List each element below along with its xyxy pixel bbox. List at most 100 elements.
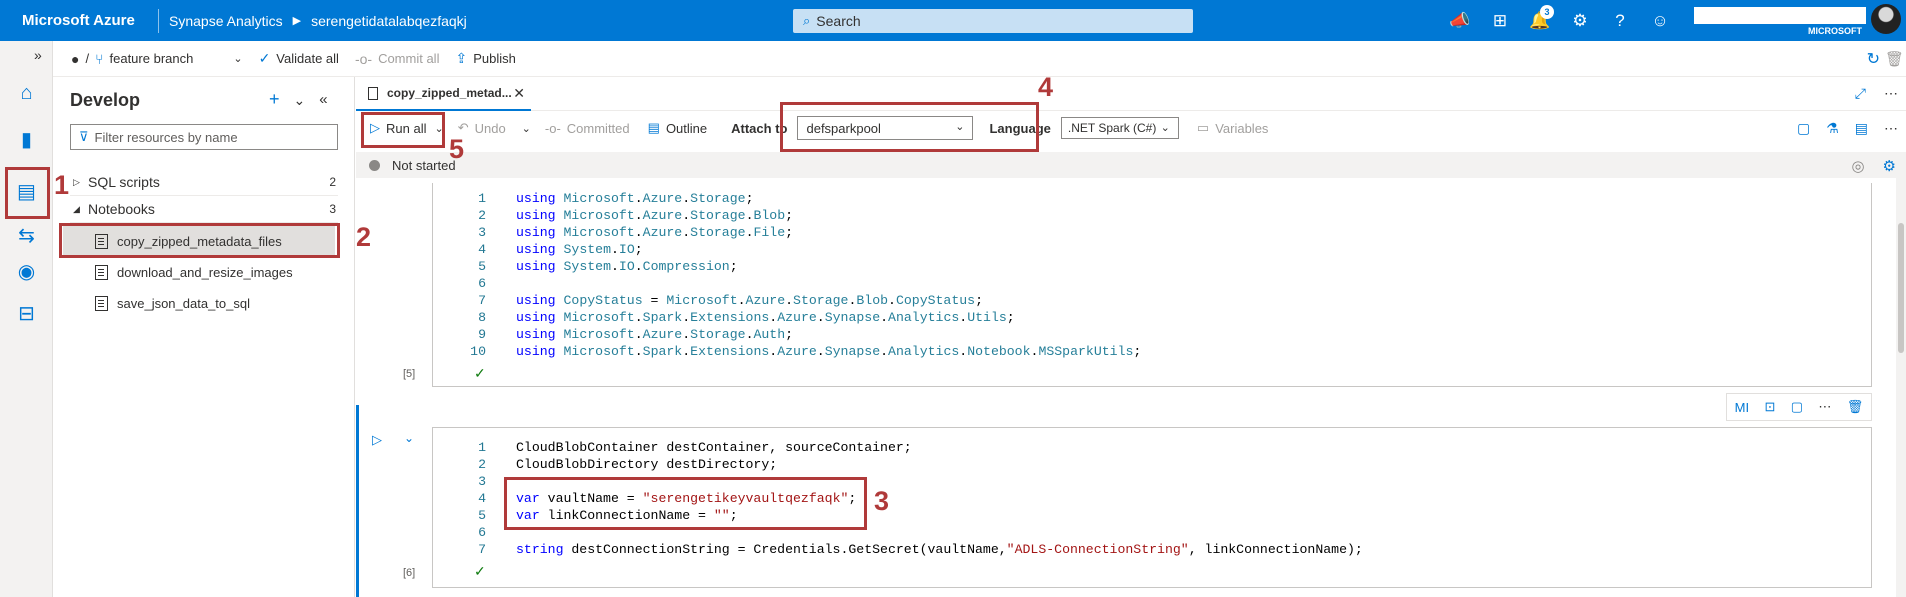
- comments-icon[interactable]: ▢: [1797, 120, 1810, 137]
- collapse-cell-icon[interactable]: ⌄: [404, 431, 414, 445]
- code-token: Azure: [642, 327, 683, 342]
- code-token: ;: [1006, 310, 1015, 325]
- code-token: Storage: [690, 191, 746, 206]
- close-icon[interactable]: ✕: [513, 85, 525, 102]
- code-line[interactable]: 2 CloudBlobDirectory destDirectory;: [457, 456, 1363, 473]
- code-token: Azure: [642, 208, 683, 223]
- stop-session-icon[interactable]: ◎: [1851, 157, 1864, 175]
- chevron-down-icon: ⌄: [233, 53, 243, 65]
- maximize-icon[interactable]: ⤢: [1855, 85, 1866, 102]
- markdown-toggle-button[interactable]: MI: [1735, 400, 1749, 415]
- collapse-all-icon[interactable]: ⌄: [294, 89, 306, 110]
- undo-button[interactable]: ↶ Undo: [458, 120, 506, 136]
- publish-button[interactable]: ⇪ Publish: [455, 50, 515, 67]
- code-token: ;: [785, 225, 794, 240]
- code-line[interactable]: 6: [457, 275, 1141, 292]
- tab-notebook[interactable]: copy_zipped_metad... ✕: [356, 77, 531, 111]
- line-number: 4: [478, 242, 486, 257]
- filter-input[interactable]: ⊽ Filter resources by name: [70, 124, 338, 150]
- code-token: .: [634, 191, 643, 206]
- code-line[interactable]: 7 using CopyStatus = Microsoft. Azure. Stor…: [457, 292, 1141, 309]
- line-number: 7: [478, 293, 486, 308]
- code-token: .: [634, 327, 643, 342]
- expand-rail-icon[interactable]: »: [34, 47, 42, 63]
- more-icon[interactable]: ⋯: [1818, 399, 1831, 415]
- editor-scrollbar[interactable]: [1896, 178, 1906, 597]
- code-line[interactable]: 10 using Microsoft. Spark. Extensions. Azure…: [457, 343, 1141, 360]
- commit-all-button[interactable]: -o- Commit all: [355, 51, 440, 67]
- section-label: SQL scripts: [88, 174, 160, 190]
- tree-section-notebooks[interactable]: ◢ Notebooks 3: [70, 196, 338, 223]
- notebook-item[interactable]: download_and_resize_images: [95, 259, 335, 285]
- code-token: Microsoft: [563, 191, 635, 206]
- code-line[interactable]: 7 string destConnectionString = Credentia…: [457, 541, 1363, 558]
- line-number: 4: [478, 491, 486, 506]
- properties-icon[interactable]: ▤: [1855, 120, 1868, 137]
- code-token: destConnectionString = Credentials.GetSe…: [563, 542, 1007, 557]
- line-number: 7: [478, 542, 486, 557]
- code-line[interactable]: 8 using Microsoft. Spark. Extensions. Azure.…: [457, 309, 1141, 326]
- azure-brand[interactable]: Microsoft Azure: [0, 12, 148, 29]
- notebook-item[interactable]: save_json_data_to_sql: [95, 290, 335, 316]
- manage-icon[interactable]: ⊟: [0, 295, 53, 331]
- code-line[interactable]: 2 using Microsoft. Azure. Storage. Blob;: [457, 207, 1141, 224]
- help-icon[interactable]: ?: [1600, 11, 1640, 31]
- code-line[interactable]: 1 CloudBlobContainer destContainer, sourc…: [457, 439, 1363, 456]
- code-line[interactable]: 9 using Microsoft. Azure. Storage. Auth;: [457, 326, 1141, 343]
- bell-icon[interactable]: 🔔 3: [1520, 4, 1560, 31]
- tree-section-sql-scripts[interactable]: ▷ SQL scripts 2: [70, 169, 338, 196]
- scrollbar-thumb[interactable]: [1898, 223, 1904, 353]
- code-token: System: [563, 259, 611, 274]
- avatar[interactable]: [1871, 4, 1901, 34]
- add-icon[interactable]: +: [269, 89, 280, 110]
- home-icon[interactable]: ⌂: [0, 75, 53, 111]
- convert-icon[interactable]: ⊡: [1764, 399, 1775, 415]
- portal-icon[interactable]: ⊞: [1480, 11, 1520, 31]
- collapse-icon: ◢: [73, 203, 80, 214]
- session-config-icon[interactable]: ⚙: [1883, 157, 1896, 175]
- code-line[interactable]: 4 using System. IO;: [457, 241, 1141, 258]
- feedback-icon[interactable]: ☺: [1640, 11, 1680, 31]
- more-icon[interactable]: ⋯: [1884, 120, 1898, 137]
- collapse-pane-icon[interactable]: «: [319, 89, 327, 110]
- announcement-icon[interactable]: 📣: [1440, 11, 1480, 31]
- more-icon[interactable]: ⋯: [1884, 85, 1898, 102]
- workspace-name[interactable]: serengetidatalabqezfaqkj: [311, 13, 467, 29]
- code-line[interactable]: 1 using Microsoft. Azure. Storage;: [457, 190, 1141, 207]
- code-token: string: [516, 542, 564, 557]
- session-icon[interactable]: ⚗: [1826, 120, 1839, 137]
- comment-icon[interactable]: ▢: [1791, 399, 1803, 415]
- search-box[interactable]: ⌕ Search: [793, 9, 1193, 33]
- code-line[interactable]: 3 using Microsoft. Azure. Storage. File;: [457, 224, 1141, 241]
- branch-selector[interactable]: ⑂ feature branch ⌄: [95, 51, 242, 67]
- code-line[interactable]: 5 using System. IO. Compression;: [457, 258, 1141, 275]
- line-number: 2: [478, 208, 486, 223]
- account-name-redacted[interactable]: [1694, 7, 1866, 24]
- run-cell-icon[interactable]: ▷: [372, 432, 382, 448]
- data-icon[interactable]: ▮: [0, 121, 53, 157]
- code-editor[interactable]: 1 using Microsoft. Azure. Storage; 2 using Mi…: [457, 190, 1141, 360]
- code-token: ;: [785, 327, 794, 342]
- session-status-bar: Not started ◎ ⚙: [356, 152, 1906, 178]
- discard-icon[interactable]: 🗑: [1885, 50, 1904, 68]
- undo-options-chevron-icon[interactable]: ⌄: [522, 122, 531, 135]
- monitor-icon[interactable]: ◉: [0, 253, 53, 289]
- code-token: .: [682, 208, 691, 223]
- execution-count: [5]: [403, 368, 416, 380]
- refresh-icon[interactable]: ↻: [1867, 49, 1880, 69]
- service-name[interactable]: Synapse Analytics: [169, 13, 283, 29]
- gear-icon[interactable]: ⚙: [1560, 11, 1600, 31]
- validate-all-button[interactable]: ✓ Validate all: [259, 50, 339, 67]
- line-number: 5: [478, 508, 486, 523]
- code-token: Extensions: [690, 310, 770, 325]
- code-cell[interactable]: 1 using Microsoft. Azure. Storage; 2 using Mi…: [432, 183, 1872, 387]
- outline-button[interactable]: ▤ Outline: [648, 120, 708, 136]
- language-select[interactable]: .NET Spark (C#) ⌄: [1060, 117, 1179, 139]
- integrate-icon[interactable]: ⇆: [0, 217, 53, 253]
- code-token: Utils: [967, 310, 1007, 325]
- delete-icon[interactable]: 🗑: [1847, 399, 1864, 415]
- variables-button[interactable]: ▭ Variables: [1197, 120, 1269, 136]
- line-number: 5: [478, 259, 486, 274]
- code-token: Storage: [793, 293, 849, 308]
